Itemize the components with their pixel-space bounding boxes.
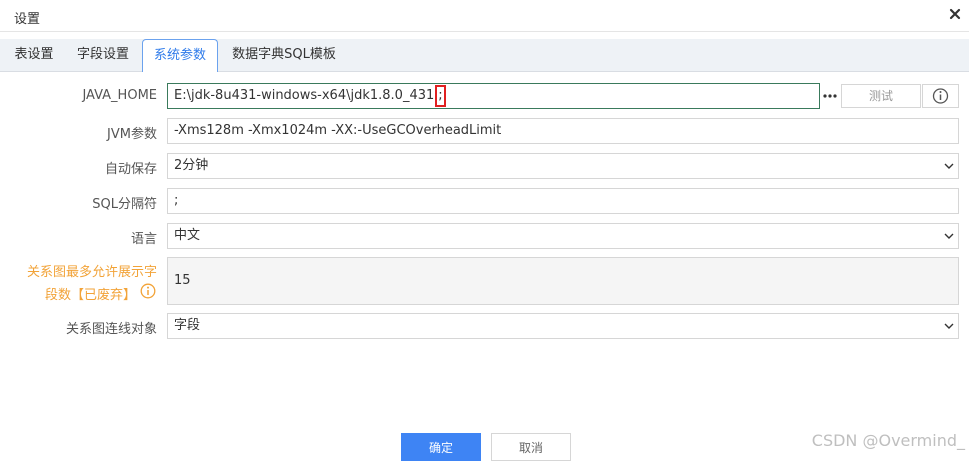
- chevron-down-icon: [944, 233, 954, 239]
- language-value: 中文: [174, 228, 201, 243]
- jvm-label: JVM参数: [107, 127, 157, 142]
- tab-bar: 表设置 字段设置 系统参数 数据字典SQL模板: [0, 39, 969, 72]
- link-target-value: 字段: [174, 318, 201, 333]
- link-target-select[interactable]: 字段: [167, 313, 959, 339]
- info-icon[interactable]: [922, 84, 959, 108]
- tab-system-params[interactable]: 系统参数: [142, 39, 218, 72]
- tab-dict-sql-template[interactable]: 数据字典SQL模板: [222, 39, 346, 71]
- tab-table-settings[interactable]: 表设置: [6, 39, 62, 71]
- java-home-value: E:\jdk-8u431-windows-x64\jdk1.8.0_431: [174, 88, 435, 103]
- max-fields-label-line2: 段数【已废弃】: [44, 288, 136, 303]
- close-icon[interactable]: [947, 6, 963, 22]
- cancel-button[interactable]: 取消: [491, 433, 571, 461]
- max-fields-input: 15: [167, 257, 959, 305]
- cursor-highlight: ;: [435, 85, 446, 107]
- browse-more-icon[interactable]: [820, 84, 840, 108]
- dialog-titlebar: 设置: [0, 0, 969, 32]
- language-select[interactable]: 中文: [167, 223, 959, 249]
- link-target-label: 关系图连线对象: [65, 322, 157, 337]
- warning-info-icon: [140, 283, 156, 299]
- autosave-label: 自动保存: [104, 162, 157, 177]
- autosave-select[interactable]: 2分钟: [167, 153, 959, 179]
- sql-separator-input[interactable]: ;: [167, 188, 959, 214]
- dialog-title: 设置: [14, 12, 41, 27]
- watermark: CSDN @Overmind_: [811, 431, 965, 450]
- jvm-input[interactable]: -Xms128m -Xmx1024m -XX:-UseGCOverheadLim…: [167, 118, 959, 144]
- java-home-label: JAVA_HOME: [82, 88, 157, 103]
- confirm-button[interactable]: 确定: [401, 433, 481, 461]
- sql-separator-label: SQL分隔符: [92, 197, 157, 212]
- chevron-down-icon: [944, 163, 954, 169]
- java-home-input[interactable]: E:\jdk-8u431-windows-x64\jdk1.8.0_431;: [167, 83, 820, 109]
- test-button[interactable]: 测试: [841, 84, 921, 108]
- chevron-down-icon: [944, 323, 954, 329]
- autosave-value: 2分钟: [174, 158, 209, 173]
- max-fields-label-line1: 关系图最多允许展示字: [26, 265, 157, 280]
- language-label: 语言: [130, 232, 157, 247]
- tab-field-settings[interactable]: 字段设置: [68, 39, 138, 71]
